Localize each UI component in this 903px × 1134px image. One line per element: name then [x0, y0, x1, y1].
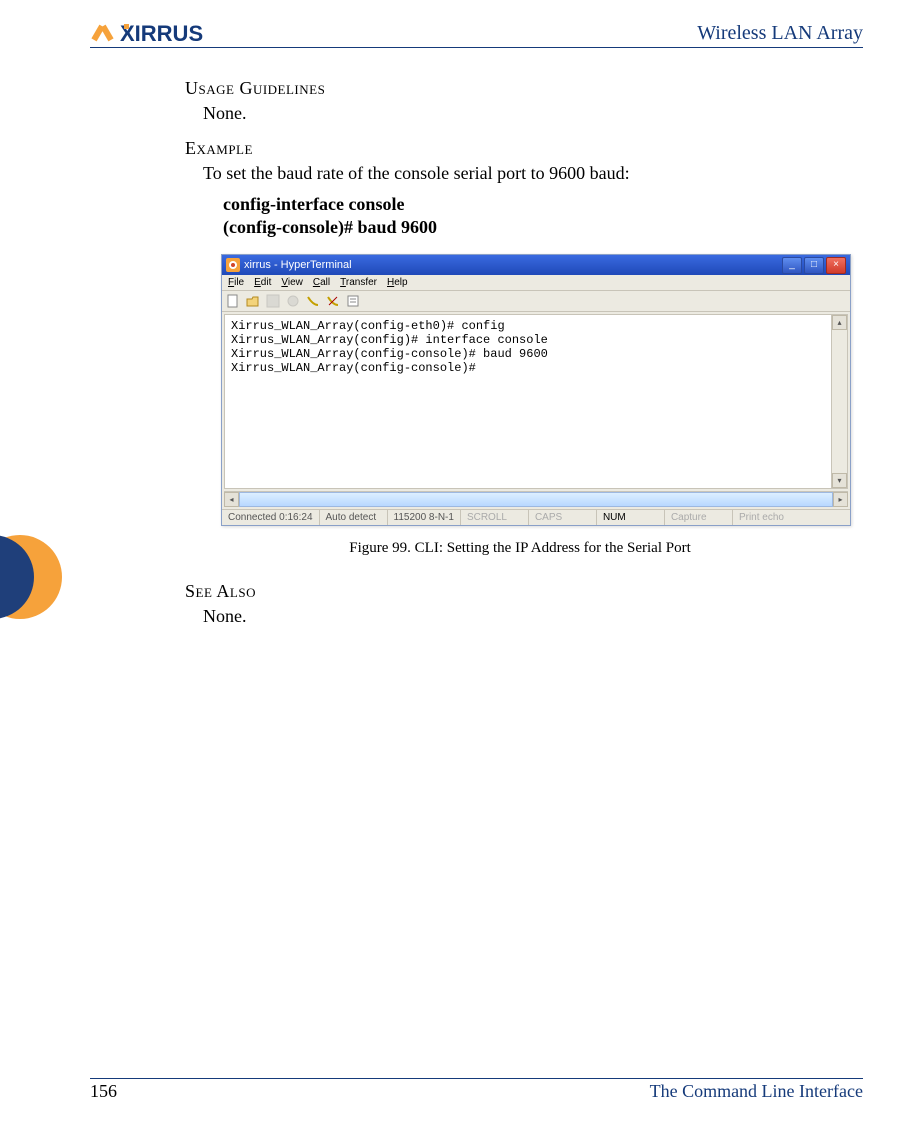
- example-cmd-1: config-interface console: [223, 194, 855, 215]
- side-tab-graphic: [0, 535, 84, 619]
- example-heading: Example: [185, 138, 855, 159]
- scroll-up-icon[interactable]: ▴: [832, 315, 847, 330]
- scroll-left-icon[interactable]: ◂: [224, 492, 239, 507]
- usage-guidelines-heading: Usage Guidelines: [185, 78, 855, 99]
- window-title: xirrus - HyperTerminal: [244, 259, 352, 271]
- save-icon: [266, 294, 280, 308]
- new-icon[interactable]: [226, 294, 240, 308]
- status-echo: Print echo: [733, 510, 800, 525]
- minimize-button[interactable]: _: [782, 257, 802, 274]
- menu-transfer[interactable]: Transfer: [340, 277, 377, 288]
- status-serial: 115200 8-N-1: [388, 510, 461, 525]
- see-also-heading: See Also: [185, 581, 855, 602]
- call-icon[interactable]: [306, 294, 320, 308]
- status-caps: CAPS: [529, 510, 597, 525]
- menu-call[interactable]: Call: [313, 277, 330, 288]
- horizontal-scrollbar[interactable]: ◂ ▸: [224, 491, 848, 507]
- term-line-3: Xirrus_WLAN_Array(config-console)# baud …: [231, 347, 548, 361]
- figure-caption: Figure 99. CLI: Setting the IP Address f…: [185, 540, 855, 557]
- status-bar: Connected 0:16:24 Auto detect 115200 8-N…: [222, 509, 850, 525]
- menu-help[interactable]: Help: [387, 277, 408, 288]
- app-icon: [226, 258, 240, 272]
- scroll-down-icon[interactable]: ▾: [832, 473, 847, 488]
- header-title: Wireless LAN Array: [697, 22, 863, 45]
- page-number: 156: [90, 1081, 117, 1102]
- maximize-button[interactable]: □: [804, 257, 824, 274]
- menu-edit[interactable]: Edit: [254, 277, 271, 288]
- page-header: XIRRUS Wireless LAN Array: [90, 15, 863, 48]
- toolbar: [222, 291, 850, 312]
- menubar: File Edit View Call Transfer Help: [222, 275, 850, 291]
- menu-file[interactable]: File: [228, 277, 244, 288]
- properties-icon[interactable]: [346, 294, 360, 308]
- connect-icon: [286, 294, 300, 308]
- page-footer: 156 The Command Line Interface: [90, 1078, 863, 1102]
- term-line-4: Xirrus_WLAN_Array(config-console)#: [231, 361, 476, 375]
- footer-section: The Command Line Interface: [650, 1081, 863, 1102]
- menu-view[interactable]: View: [281, 277, 303, 288]
- hyperterminal-window: xirrus - HyperTerminal _ □ × File Edit V…: [221, 254, 851, 526]
- scroll-thumb[interactable]: [239, 492, 833, 507]
- status-detect: Auto detect: [320, 510, 388, 525]
- status-capture: Capture: [665, 510, 733, 525]
- vertical-scrollbar[interactable]: ▴ ▾: [831, 315, 847, 488]
- terminal-output[interactable]: Xirrus_WLAN_Array(config-eth0)# config X…: [225, 315, 831, 488]
- disconnect-icon[interactable]: [326, 294, 340, 308]
- status-scroll: SCROLL: [461, 510, 529, 525]
- page-content: Usage Guidelines None. Example To set th…: [185, 70, 855, 641]
- brand-text: XIRRUS: [120, 21, 203, 45]
- status-num: NUM: [597, 510, 665, 525]
- example-body: To set the baud rate of the console seri…: [203, 163, 855, 184]
- status-connected: Connected 0:16:24: [222, 510, 320, 525]
- close-button[interactable]: ×: [826, 257, 846, 274]
- term-line-2: Xirrus_WLAN_Array(config)# interface con…: [231, 333, 548, 347]
- example-cmd-2: (config-console)# baud 9600: [223, 217, 855, 238]
- usage-guidelines-body: None.: [203, 103, 855, 124]
- window-titlebar[interactable]: xirrus - HyperTerminal _ □ ×: [222, 255, 850, 275]
- open-icon[interactable]: [246, 294, 260, 308]
- see-also-body: None.: [203, 606, 855, 627]
- scroll-right-icon[interactable]: ▸: [833, 492, 848, 507]
- term-line-1: Xirrus_WLAN_Array(config-eth0)# config: [231, 319, 505, 333]
- brand-logo: XIRRUS: [90, 21, 250, 45]
